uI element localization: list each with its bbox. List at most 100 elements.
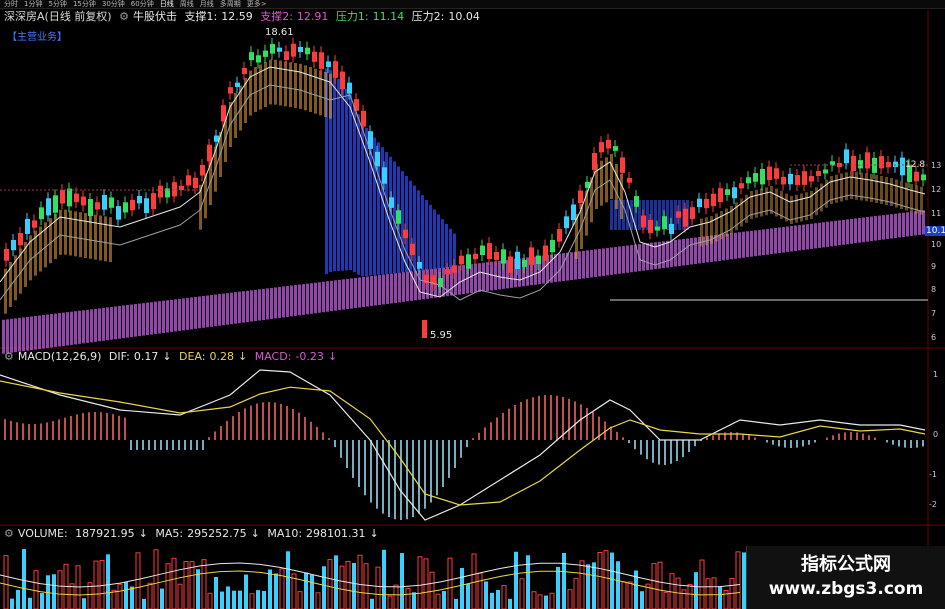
macd-histogram-bar: [184, 440, 186, 450]
ribbon-bar: [2, 319, 5, 354]
ribbon-bar: [174, 299, 177, 332]
ribbon-bar: [86, 309, 89, 343]
rising-band-bar: [314, 68, 317, 114]
tab-5min[interactable]: 5分钟: [48, 0, 66, 9]
ribbon-bar: [266, 288, 269, 320]
macd-histogram-bar: [256, 403, 258, 440]
watermark-badge: 指标公式网 www.zbgs3.com: [746, 546, 945, 609]
ribbon-bar: [666, 240, 669, 268]
support2-value: 12.91: [296, 10, 329, 23]
macd-histogram-bar: [790, 440, 792, 448]
macd-histogram-bar: [94, 412, 96, 440]
candle-body: [795, 175, 800, 185]
volume-bar: [207, 592, 213, 609]
volume-bar: [490, 592, 494, 609]
candle-body: [879, 156, 884, 169]
ribbon-bar: [822, 222, 825, 248]
blue-band-bar: [353, 103, 356, 273]
candle-body: [690, 207, 695, 220]
macd-axis-0: 0: [933, 430, 939, 439]
tab-1min[interactable]: 1分钟: [24, 0, 42, 9]
macd-histogram-bar: [400, 440, 402, 520]
candle-body: [200, 164, 205, 176]
dea-label: DEA:: [179, 350, 206, 363]
ribbon-bar: [790, 226, 793, 252]
main-business-tag[interactable]: 【主营业务】: [7, 32, 67, 44]
gear-icon[interactable]: ⚙: [4, 350, 14, 363]
ribbon-bar: [218, 294, 221, 326]
candle-body: [4, 248, 9, 261]
volume-bar: [232, 590, 236, 609]
rising-band-bar: [324, 72, 327, 117]
ribbon-bar: [902, 212, 905, 237]
macd-histogram-bar: [670, 440, 672, 464]
macd-histogram-bar: [244, 408, 246, 440]
candle-body: [802, 171, 807, 185]
ribbon-bar: [74, 311, 77, 345]
ribbon-bar: [66, 312, 69, 346]
macd-histogram-bar: [496, 417, 498, 440]
blue-band-bar: [361, 123, 364, 277]
tab-monthly[interactable]: 月线: [200, 0, 214, 9]
macd-histogram-bar: [862, 433, 864, 440]
ribbon-bar: [894, 213, 897, 239]
macd-histogram-bar: [340, 440, 342, 458]
tab-daily[interactable]: 日线: [160, 0, 174, 9]
indicator-name[interactable]: 牛股伏击: [133, 10, 177, 23]
macd-histogram-bar: [802, 440, 804, 447]
tab-multi-period[interactable]: 多周期: [220, 0, 241, 9]
ribbon-bar: [62, 312, 65, 346]
ribbon-bar: [94, 308, 97, 342]
gear-icon[interactable]: ⚙: [4, 527, 14, 540]
ribbon-bar: [610, 247, 613, 275]
candle-body: [242, 67, 247, 74]
volume-bar: [508, 598, 512, 609]
candle-body: [592, 153, 597, 170]
macd-histogram-bar: [580, 404, 582, 440]
ribbon-bar: [778, 227, 781, 254]
candle-body: [711, 193, 716, 207]
tab-30min[interactable]: 30分钟: [102, 0, 125, 9]
ribbon-bar: [622, 246, 625, 274]
ribbon-bar: [650, 242, 653, 270]
volume-bar: [586, 564, 590, 609]
macd-histogram-bar: [298, 412, 300, 440]
macd-histogram-bar: [136, 440, 138, 450]
stock-chart[interactable]: [0, 0, 945, 609]
candle-body: [284, 51, 289, 61]
tab-weekly[interactable]: 周线: [180, 0, 194, 9]
ribbon-bar: [118, 305, 121, 339]
ribbon-bar: [154, 301, 157, 335]
ribbon-bar: [158, 301, 161, 334]
ribbon-bar: [878, 215, 881, 241]
ribbon-bar: [362, 276, 365, 308]
ribbon-bar: [626, 245, 629, 273]
candle-body: [725, 189, 730, 195]
ribbon-bar: [234, 292, 237, 324]
ribbon-bar: [786, 226, 789, 253]
tab-fenshi[interactable]: 分时: [4, 0, 18, 9]
candle-body: [53, 195, 58, 213]
volume-title[interactable]: VOLUME:: [18, 527, 68, 540]
tab-15min[interactable]: 15分钟: [73, 0, 96, 9]
candle-body: [158, 185, 163, 198]
ribbon-bar: [162, 300, 165, 333]
gear-icon[interactable]: ⚙: [119, 10, 129, 23]
macd-histogram-bar: [748, 435, 750, 440]
macd-histogram-bar: [430, 440, 432, 503]
tab-60min[interactable]: 60分钟: [131, 0, 154, 9]
candle-body: [298, 46, 303, 53]
ribbon-bar: [854, 218, 857, 244]
volume-bar: [214, 576, 218, 609]
macd-title[interactable]: MACD(12,26,9): [18, 350, 102, 363]
macd-histogram-bar: [220, 426, 222, 440]
volume-bar: [286, 551, 290, 609]
tab-more[interactable]: 更多>: [247, 0, 267, 9]
macd-histogram-bar: [40, 423, 42, 440]
ribbon-bar: [750, 230, 753, 257]
volume-bar: [99, 559, 105, 609]
macd-histogram-bar: [766, 440, 768, 443]
candle-body: [704, 198, 709, 209]
dea-line: [0, 380, 926, 506]
candle-body: [347, 82, 352, 94]
